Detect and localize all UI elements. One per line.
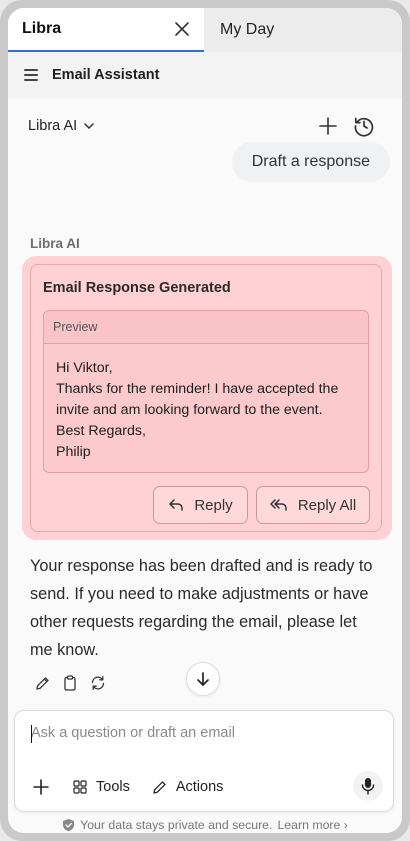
- tools-label: Tools: [96, 779, 130, 795]
- microphone-button[interactable]: [353, 771, 383, 801]
- regenerate-button[interactable]: [90, 674, 106, 692]
- plus-icon: [319, 117, 337, 135]
- arrow-down-icon: [197, 672, 209, 686]
- composer: Tools Actions: [14, 710, 394, 812]
- tab-libra[interactable]: Libra: [8, 8, 204, 52]
- copy-button[interactable]: [62, 674, 78, 692]
- preview-body: Hi Viktor, Thanks for the reminder! I ha…: [44, 344, 368, 463]
- privacy-footer: Your data stays private and secure. Lear…: [8, 818, 402, 832]
- clipboard-icon: [64, 675, 76, 691]
- learn-more-link[interactable]: Learn more ›: [277, 818, 347, 832]
- shield-icon: [63, 819, 75, 832]
- edit-button[interactable]: [34, 674, 50, 692]
- pencil-icon: [153, 781, 166, 794]
- privacy-text: Your data stays private and secure.: [80, 818, 273, 832]
- tab-libra-label: Libra: [22, 20, 62, 37]
- reply-button-label: Reply: [194, 496, 233, 514]
- refresh-icon: [91, 676, 105, 690]
- composer-toolbar: Tools Actions: [31, 773, 223, 801]
- grid-icon: [73, 780, 87, 794]
- attach-button[interactable]: [31, 777, 51, 797]
- history-button[interactable]: [352, 114, 376, 138]
- plus-icon: [33, 779, 49, 795]
- tools-button[interactable]: Tools: [73, 779, 130, 795]
- hamburger-menu-icon[interactable]: [24, 69, 38, 81]
- actions-button[interactable]: Actions: [152, 779, 224, 795]
- window-frame: Libra My Day Email Assistant Libra AI Dr…: [0, 0, 410, 841]
- header: Email Assistant: [8, 52, 402, 98]
- reply-button[interactable]: Reply: [153, 486, 248, 524]
- preview-line: Best Regards,: [56, 423, 146, 439]
- reply-all-button[interactable]: Reply All: [256, 486, 370, 524]
- reply-all-button-label: Reply All: [297, 496, 357, 514]
- card-title: Email Response Generated: [43, 280, 231, 296]
- assistant-response-text: Your response has been drafted and is re…: [30, 557, 373, 659]
- tab-my-day-label: My Day: [220, 21, 275, 38]
- page-title: Email Assistant: [52, 67, 160, 83]
- assistant-panel: Libra My Day Email Assistant Libra AI Dr…: [8, 8, 402, 833]
- history-icon: [354, 117, 374, 137]
- text-caret: [31, 725, 32, 743]
- pencil-icon: [36, 677, 49, 690]
- scroll-to-bottom-button[interactable]: [186, 662, 220, 696]
- chevron-down-icon: [84, 123, 94, 130]
- tab-bar: Libra My Day: [8, 8, 402, 52]
- response-card-highlight: Email Response Generated Preview Hi Vikt…: [22, 256, 392, 540]
- reply-all-icon: [270, 499, 287, 511]
- preview-label: Preview: [44, 311, 368, 344]
- actions-label: Actions: [175, 779, 224, 795]
- new-chat-button[interactable]: [316, 114, 340, 138]
- tab-my-day[interactable]: My Day: [204, 8, 402, 52]
- assistant-name: Libra AI: [30, 236, 80, 251]
- user-message: Draft a response: [231, 142, 390, 182]
- chat-input[interactable]: [31, 725, 371, 741]
- model-select[interactable]: Libra AI: [28, 118, 95, 134]
- preview-line: Philip: [56, 444, 91, 460]
- microphone-icon: [361, 778, 375, 795]
- close-icon[interactable]: [172, 19, 192, 39]
- user-message-text: Draft a response: [251, 153, 370, 170]
- email-preview: Preview Hi Viktor, Thanks for the remind…: [43, 310, 369, 473]
- chat-area: Libra AI Draft a response Libra AI Email…: [8, 98, 402, 833]
- email-response-card: Email Response Generated Preview Hi Vikt…: [30, 264, 382, 532]
- preview-line: Hi Viktor,: [56, 360, 113, 376]
- preview-line: Thanks for the reminder! I have accepted…: [56, 381, 339, 397]
- learn-more-label: Learn more: [277, 818, 341, 832]
- model-select-label: Libra AI: [28, 118, 78, 134]
- preview-line: invite and am looking forward to the eve…: [56, 402, 323, 418]
- message-actions: [34, 674, 106, 692]
- reply-icon: [169, 499, 184, 511]
